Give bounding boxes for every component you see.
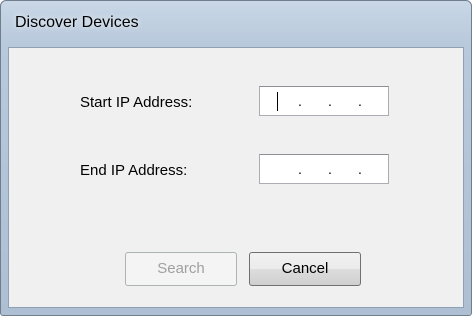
ip-octet-separator: .	[328, 93, 332, 109]
start-ip-address-field[interactable]: . . .	[259, 86, 389, 116]
ip-octet-separator: .	[328, 161, 332, 177]
end-ip-address-field[interactable]: . . .	[259, 154, 389, 184]
end-ip-label: End IP Address:	[80, 162, 188, 179]
cancel-button[interactable]: Cancel	[249, 252, 361, 286]
title-bar[interactable]: Discover Devices	[1, 1, 471, 47]
dialog-window: Discover Devices Start IP Address: . . .…	[0, 0, 472, 316]
ip-octet-separator: .	[358, 161, 362, 177]
start-ip-label: Start IP Address:	[80, 94, 193, 111]
ip-octet-separator: .	[298, 93, 302, 109]
ip-octet-separator: .	[358, 93, 362, 109]
text-caret	[277, 92, 278, 111]
search-button[interactable]: Search	[125, 252, 237, 286]
ip-octet-separator: .	[298, 161, 302, 177]
window-title: Discover Devices	[15, 14, 139, 31]
dialog-client-area: Start IP Address: . . . End IP Address: …	[8, 47, 464, 308]
